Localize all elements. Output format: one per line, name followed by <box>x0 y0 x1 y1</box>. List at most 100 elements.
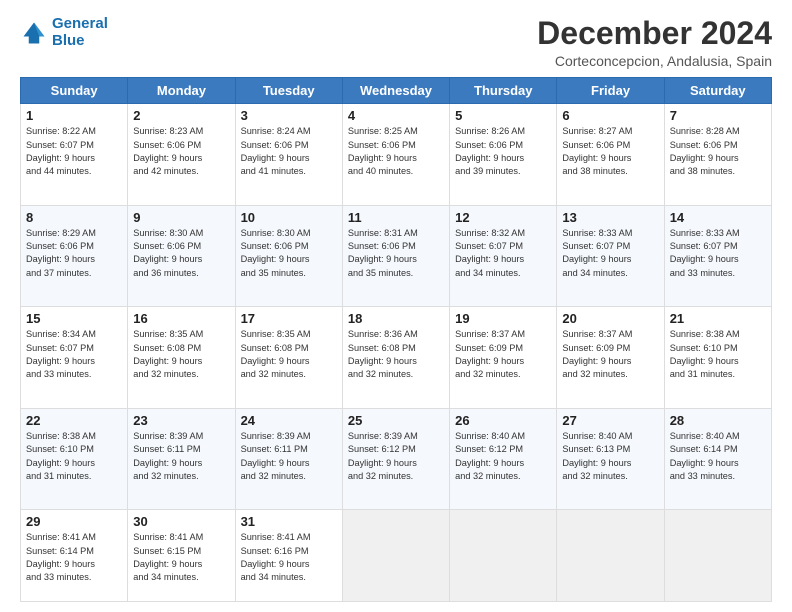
day-number: 1 <box>26 108 122 123</box>
day-info: Sunrise: 8:30 AMSunset: 6:06 PMDaylight:… <box>133 227 229 280</box>
day-number: 31 <box>241 514 337 529</box>
col-sunday: Sunday <box>21 78 128 104</box>
logo-line2: Blue <box>52 32 85 49</box>
day-number: 21 <box>670 311 766 326</box>
day-number: 22 <box>26 413 122 428</box>
table-row: 4 Sunrise: 8:25 AMSunset: 6:06 PMDaylight… <box>342 104 449 206</box>
day-info: Sunrise: 8:33 AMSunset: 6:07 PMDaylight:… <box>670 227 766 280</box>
day-number: 29 <box>26 514 122 529</box>
day-info: Sunrise: 8:37 AMSunset: 6:09 PMDaylight:… <box>455 328 551 381</box>
logo-icon <box>20 19 48 47</box>
col-thursday: Thursday <box>450 78 557 104</box>
day-info: Sunrise: 8:28 AMSunset: 6:06 PMDaylight:… <box>670 125 766 178</box>
day-number: 19 <box>455 311 551 326</box>
day-info: Sunrise: 8:40 AMSunset: 6:13 PMDaylight:… <box>562 430 658 483</box>
day-info: Sunrise: 8:32 AMSunset: 6:07 PMDaylight:… <box>455 227 551 280</box>
table-row: 12Sunrise: 8:32 AMSunset: 6:07 PMDayligh… <box>450 205 557 307</box>
day-info: Sunrise: 8:27 AMSunset: 6:06 PMDaylight:… <box>562 125 658 178</box>
day-number: 23 <box>133 413 229 428</box>
day-number: 7 <box>670 108 766 123</box>
table-row: 28Sunrise: 8:40 AMSunset: 6:14 PMDayligh… <box>664 408 771 510</box>
day-info: Sunrise: 8:24 AMSunset: 6:06 PMDaylight:… <box>241 125 337 178</box>
table-row <box>342 510 449 602</box>
logo-text: General Blue <box>52 16 108 49</box>
day-number: 16 <box>133 311 229 326</box>
day-info: Sunrise: 8:39 AMSunset: 6:11 PMDaylight:… <box>241 430 337 483</box>
table-row: 16 Sunrise: 8:35 AMSunset: 6:08 PMDayligh… <box>128 307 235 409</box>
col-saturday: Saturday <box>664 78 771 104</box>
table-row: 26 Sunrise: 8:40 AMSunset: 6:12 PMDayligh… <box>450 408 557 510</box>
logo-line1: General <box>52 15 108 32</box>
day-info: Sunrise: 8:34 AMSunset: 6:07 PMDaylight:… <box>26 328 122 381</box>
day-number: 15 <box>26 311 122 326</box>
day-info: Sunrise: 8:36 AMSunset: 6:08 PMDaylight:… <box>348 328 444 381</box>
table-row: 18 Sunrise: 8:36 AMSunset: 6:08 PMDayligh… <box>342 307 449 409</box>
month-title: December 2024 <box>537 16 772 51</box>
day-number: 3 <box>241 108 337 123</box>
table-row: 25Sunrise: 8:39 AMSunset: 6:12 PMDayligh… <box>342 408 449 510</box>
col-friday: Friday <box>557 78 664 104</box>
table-row: 15 Sunrise: 8:34 AMSunset: 6:07 PMDayligh… <box>21 307 128 409</box>
table-row: 31 Sunrise: 8:41 AMSunset: 6:16 PMDayligh… <box>235 510 342 602</box>
table-row: 9 Sunrise: 8:30 AMSunset: 6:06 PMDaylight… <box>128 205 235 307</box>
day-info: Sunrise: 8:33 AMSunset: 6:07 PMDaylight:… <box>562 227 658 280</box>
day-number: 5 <box>455 108 551 123</box>
calendar-table: Sunday Monday Tuesday Wednesday Thursday… <box>20 77 772 602</box>
day-number: 26 <box>455 413 551 428</box>
table-row: 14 Sunrise: 8:33 AMSunset: 6:07 PMDayligh… <box>664 205 771 307</box>
table-row: 10 Sunrise: 8:30 AMSunset: 6:06 PMDayligh… <box>235 205 342 307</box>
table-row: 17 Sunrise: 8:35 AMSunset: 6:08 PMDayligh… <box>235 307 342 409</box>
table-row: 3 Sunrise: 8:24 AMSunset: 6:06 PMDaylight… <box>235 104 342 206</box>
day-info: Sunrise: 8:39 AMSunset: 6:11 PMDaylight:… <box>133 430 229 483</box>
table-row: 13 Sunrise: 8:33 AMSunset: 6:07 PMDayligh… <box>557 205 664 307</box>
table-row: 11Sunrise: 8:31 AMSunset: 6:06 PMDayligh… <box>342 205 449 307</box>
table-row: 7 Sunrise: 8:28 AMSunset: 6:06 PMDaylight… <box>664 104 771 206</box>
day-info: Sunrise: 8:29 AMSunset: 6:06 PMDaylight:… <box>26 227 122 280</box>
day-info: Sunrise: 8:35 AMSunset: 6:08 PMDaylight:… <box>241 328 337 381</box>
day-number: 20 <box>562 311 658 326</box>
day-number: 30 <box>133 514 229 529</box>
location-subtitle: Corteconcepcion, Andalusia, Spain <box>537 53 772 69</box>
header-row: Sunday Monday Tuesday Wednesday Thursday… <box>21 78 772 104</box>
day-number: 6 <box>562 108 658 123</box>
day-info: Sunrise: 8:41 AMSunset: 6:14 PMDaylight:… <box>26 531 122 584</box>
day-number: 10 <box>241 210 337 225</box>
day-info: Sunrise: 8:35 AMSunset: 6:08 PMDaylight:… <box>133 328 229 381</box>
title-block: December 2024 Corteconcepcion, Andalusia… <box>537 16 772 69</box>
day-number: 18 <box>348 311 444 326</box>
col-monday: Monday <box>128 78 235 104</box>
day-info: Sunrise: 8:38 AMSunset: 6:10 PMDaylight:… <box>26 430 122 483</box>
day-info: Sunrise: 8:40 AMSunset: 6:12 PMDaylight:… <box>455 430 551 483</box>
page: General Blue December 2024 Corteconcepci… <box>0 0 792 612</box>
day-number: 14 <box>670 210 766 225</box>
table-row: 6 Sunrise: 8:27 AMSunset: 6:06 PMDaylight… <box>557 104 664 206</box>
table-row: 27Sunrise: 8:40 AMSunset: 6:13 PMDayligh… <box>557 408 664 510</box>
table-row: 29 Sunrise: 8:41 AMSunset: 6:14 PMDayligh… <box>21 510 128 602</box>
col-tuesday: Tuesday <box>235 78 342 104</box>
day-info: Sunrise: 8:41 AMSunset: 6:16 PMDaylight:… <box>241 531 337 584</box>
table-row: 23 Sunrise: 8:39 AMSunset: 6:11 PMDayligh… <box>128 408 235 510</box>
day-number: 4 <box>348 108 444 123</box>
day-info: Sunrise: 8:41 AMSunset: 6:15 PMDaylight:… <box>133 531 229 584</box>
day-info: Sunrise: 8:31 AMSunset: 6:06 PMDaylight:… <box>348 227 444 280</box>
day-number: 13 <box>562 210 658 225</box>
logo: General Blue <box>20 16 108 49</box>
day-info: Sunrise: 8:30 AMSunset: 6:06 PMDaylight:… <box>241 227 337 280</box>
table-row <box>450 510 557 602</box>
day-info: Sunrise: 8:39 AMSunset: 6:12 PMDaylight:… <box>348 430 444 483</box>
day-number: 24 <box>241 413 337 428</box>
day-info: Sunrise: 8:38 AMSunset: 6:10 PMDaylight:… <box>670 328 766 381</box>
table-row: 20Sunrise: 8:37 AMSunset: 6:09 PMDayligh… <box>557 307 664 409</box>
day-number: 28 <box>670 413 766 428</box>
table-row <box>664 510 771 602</box>
day-number: 8 <box>26 210 122 225</box>
table-row <box>557 510 664 602</box>
table-row: 1Sunrise: 8:22 AMSunset: 6:07 PMDaylight… <box>21 104 128 206</box>
table-row: 8 Sunrise: 8:29 AMSunset: 6:06 PMDaylight… <box>21 205 128 307</box>
col-wednesday: Wednesday <box>342 78 449 104</box>
day-info: Sunrise: 8:25 AMSunset: 6:06 PMDaylight:… <box>348 125 444 178</box>
day-number: 2 <box>133 108 229 123</box>
day-number: 9 <box>133 210 229 225</box>
table-row: 24 Sunrise: 8:39 AMSunset: 6:11 PMDayligh… <box>235 408 342 510</box>
day-number: 17 <box>241 311 337 326</box>
